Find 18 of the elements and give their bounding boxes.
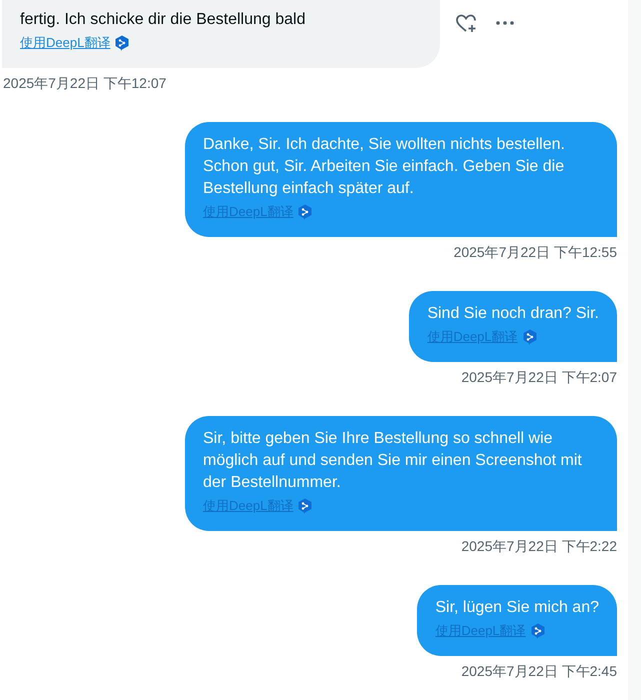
deepl-icon bbox=[522, 329, 537, 345]
translate-link[interactable]: 使用DeepL翻译 bbox=[20, 32, 110, 54]
more-icon[interactable] bbox=[496, 21, 514, 25]
message-text: Danke, Sir. Ich dachte, Sie wollten nichts bestellen. Schon gut, Sir. Arbeiten Sie einfach. Geben Sie die Bestellung einfach später auf. bbox=[203, 135, 566, 199]
deepl-icon bbox=[298, 498, 312, 514]
deepl-icon bbox=[530, 623, 545, 639]
message-text: Sind Sie noch dran? Sir. bbox=[427, 304, 599, 324]
message-text: fertig. Ich schicke dir die Bestellung bald bbox=[20, 10, 306, 30]
message-text: Sir, lügen Sie mich an? bbox=[435, 598, 599, 618]
heart-plus-icon[interactable] bbox=[456, 14, 476, 32]
message-text: Sir, bitte geben Sie Ihre Bestellung so schnell wie möglich auf und senden Sie mir einen Screenshot mit der Bestellnummer. bbox=[203, 429, 583, 493]
timestamp: 2025年7月22日 下午2:22 bbox=[461, 537, 617, 555]
timestamp: 2025年7月22日 下午2:07 bbox=[461, 368, 617, 386]
deepl-icon bbox=[298, 204, 312, 220]
timestamp: 2025年7月22日 下午2:45 bbox=[461, 662, 617, 680]
deepl-icon bbox=[115, 35, 130, 51]
timestamp: 2025年7月22日 下午12:07 bbox=[3, 74, 166, 92]
timestamp: 2025年7月22日 下午12:55 bbox=[454, 243, 617, 261]
